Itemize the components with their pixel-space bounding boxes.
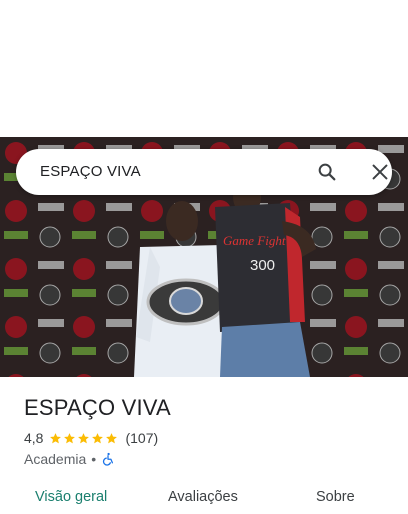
category-row: Academia • xyxy=(24,450,115,468)
category-label: Academia xyxy=(24,451,87,467)
star-icon xyxy=(64,432,76,443)
separator-dot: • xyxy=(91,451,97,467)
rating-value: 4,8 xyxy=(24,430,44,446)
star-icon xyxy=(106,432,118,443)
shirt-number-text: 300 xyxy=(250,257,275,274)
search-icon[interactable] xyxy=(316,161,338,183)
wheelchair-accessible-icon xyxy=(103,452,114,466)
reviews-count[interactable]: (107) xyxy=(125,430,158,446)
place-tabs: Visão geral Avaliações Sobre xyxy=(0,480,408,514)
rating-stars xyxy=(49,432,119,445)
place-title: ESPAÇO VIVA xyxy=(24,395,171,420)
rating-row[interactable]: 4,8 (107) xyxy=(24,429,158,447)
star-icon xyxy=(78,432,90,443)
search-input[interactable]: ESPAÇO VIVA xyxy=(40,163,141,180)
tab-about[interactable]: Sobre xyxy=(316,489,355,505)
shirt-brand-text: Game Fight xyxy=(223,233,286,248)
star-icon xyxy=(50,432,62,443)
search-bar[interactable]: ESPAÇO VIVA xyxy=(16,149,392,195)
star-icon xyxy=(92,432,104,443)
tab-overview[interactable]: Visão geral xyxy=(35,489,107,505)
close-icon[interactable] xyxy=(369,161,391,183)
tab-reviews[interactable]: Avaliações xyxy=(168,489,238,505)
